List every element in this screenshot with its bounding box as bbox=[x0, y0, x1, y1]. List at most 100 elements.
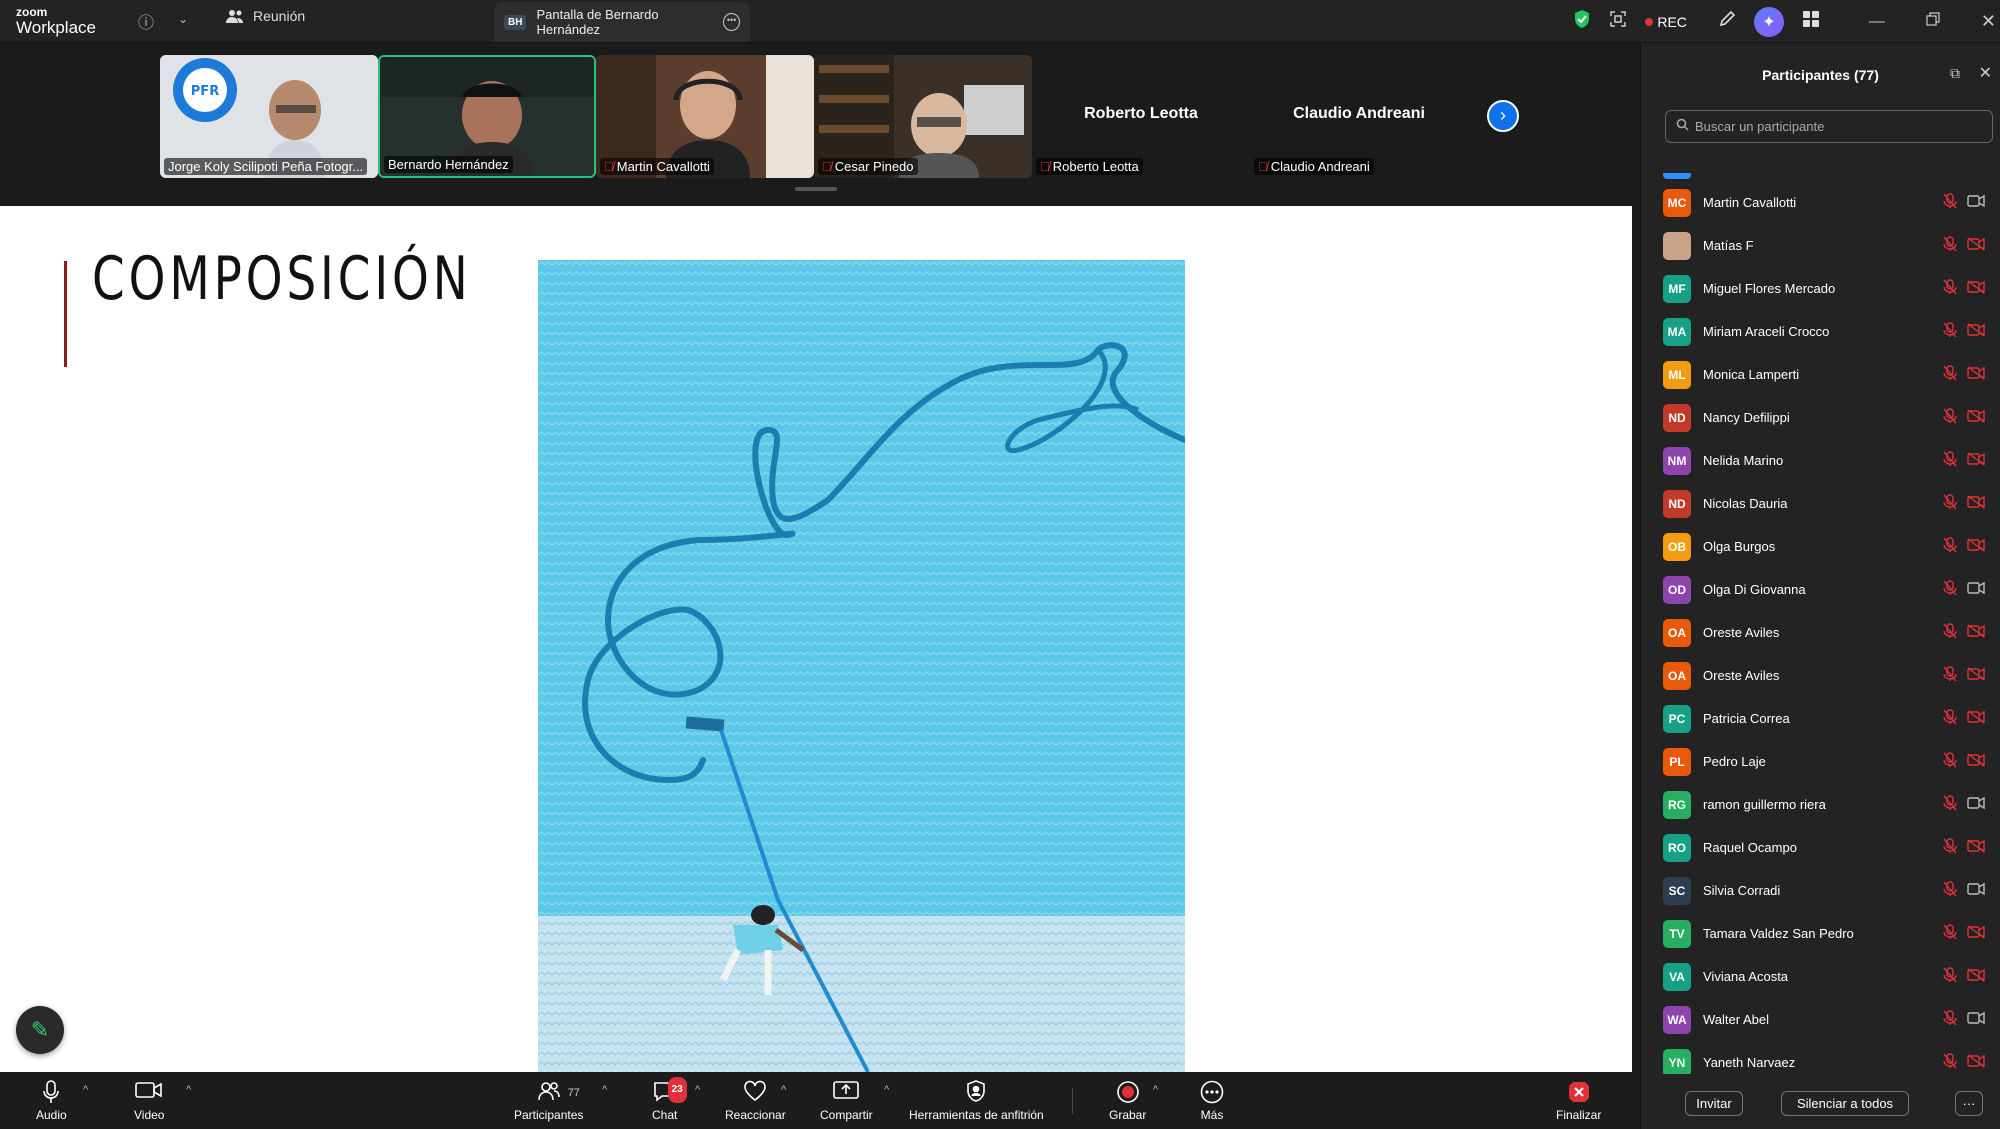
participant-row[interactable]: MC Martin Cavallotti bbox=[1641, 181, 2000, 224]
participant-row[interactable]: OA Oreste Aviles bbox=[1641, 611, 2000, 654]
camera-off-icon[interactable] bbox=[1967, 237, 1985, 254]
search-participant-input[interactable] bbox=[1695, 119, 1975, 134]
muted-mic-icon[interactable] bbox=[1943, 1053, 1957, 1072]
muted-mic-icon[interactable] bbox=[1943, 279, 1957, 298]
participant-row[interactable]: PL Pedro Laje bbox=[1641, 740, 2000, 783]
video-tile-active[interactable]: Bernardo Hernández bbox=[378, 55, 596, 178]
muted-mic-icon[interactable] bbox=[1943, 623, 1957, 642]
chevron-down-icon[interactable]: ⌄ bbox=[178, 12, 188, 26]
muted-mic-icon[interactable] bbox=[1943, 236, 1957, 255]
panel-more-button[interactable]: ··· bbox=[1955, 1091, 1983, 1116]
muted-mic-icon[interactable] bbox=[1943, 924, 1957, 943]
video-tile[interactable]: 🎙̸ Martin Cavallotti bbox=[596, 55, 814, 178]
muted-mic-icon[interactable] bbox=[1943, 580, 1957, 599]
video-button[interactable]: Video bbox=[134, 1080, 164, 1122]
camera-off-icon[interactable] bbox=[1967, 452, 1985, 469]
participant-row[interactable]: OD Olga Di Giovanna bbox=[1641, 568, 2000, 611]
strip-resize-handle[interactable] bbox=[795, 187, 837, 191]
audio-options-caret[interactable]: ^ bbox=[83, 1084, 88, 1096]
video-tile[interactable]: PFR Jorge Koly Scilipoti Peña Fotogr... bbox=[160, 55, 378, 178]
participant-row[interactable]: ND Nicolas Dauria bbox=[1641, 482, 2000, 525]
camera-off-icon[interactable] bbox=[1967, 710, 1985, 727]
camera-icon[interactable] bbox=[1967, 882, 1985, 899]
camera-off-icon[interactable] bbox=[1967, 839, 1985, 856]
participant-row[interactable]: MF Miguel Flores Mercado bbox=[1641, 267, 2000, 310]
next-page-button[interactable]: › bbox=[1487, 100, 1519, 132]
video-tile-no-video[interactable]: Roberto Leotta 🎙̸ Roberto Leotta bbox=[1032, 55, 1250, 178]
participant-row[interactable]: SC Silvia Corradi bbox=[1641, 869, 2000, 912]
camera-off-icon[interactable] bbox=[1967, 366, 1985, 383]
mute-all-button[interactable]: Silenciar a todos bbox=[1781, 1091, 1909, 1116]
info-icon[interactable]: ⓘ bbox=[138, 9, 154, 33]
camera-off-icon[interactable] bbox=[1967, 753, 1985, 770]
participant-row[interactable]: Matías F bbox=[1641, 224, 2000, 267]
popout-icon[interactable]: ⧉ bbox=[1950, 65, 1960, 82]
share-screen-tab[interactable]: BH Pantalla de Bernardo Hernández ••• bbox=[494, 2, 750, 42]
participant-row[interactable]: RO Raquel Ocampo bbox=[1641, 826, 2000, 869]
participant-row[interactable]: MA Miriam Araceli Crocco bbox=[1641, 310, 2000, 353]
pen-icon[interactable] bbox=[1718, 10, 1736, 33]
muted-mic-icon[interactable] bbox=[1943, 795, 1957, 814]
camera-off-icon[interactable] bbox=[1967, 667, 1985, 684]
muted-mic-icon[interactable] bbox=[1943, 322, 1957, 341]
end-meeting-button[interactable]: Finalizar bbox=[1556, 1080, 1601, 1122]
muted-mic-icon[interactable] bbox=[1943, 967, 1957, 986]
minimize-icon[interactable]: — bbox=[1869, 13, 1885, 31]
camera-off-icon[interactable] bbox=[1967, 495, 1985, 512]
participants-caret[interactable]: ^ bbox=[602, 1084, 607, 1096]
muted-mic-icon[interactable] bbox=[1943, 1010, 1957, 1029]
share-caret[interactable]: ^ bbox=[884, 1084, 889, 1096]
participant-row[interactable]: NM Nelida Marino bbox=[1641, 439, 2000, 482]
participant-row[interactable]: PC Patricia Correa bbox=[1641, 697, 2000, 740]
muted-mic-icon[interactable] bbox=[1943, 838, 1957, 857]
muted-mic-icon[interactable] bbox=[1943, 752, 1957, 771]
annotate-pen-button[interactable]: ✎ bbox=[16, 1006, 64, 1054]
muted-mic-icon[interactable] bbox=[1943, 709, 1957, 728]
view-icon[interactable] bbox=[1609, 10, 1627, 33]
camera-off-icon[interactable] bbox=[1967, 925, 1985, 942]
muted-mic-icon[interactable] bbox=[1943, 451, 1957, 470]
ai-companion-icon[interactable]: ✦ bbox=[1753, 6, 1784, 37]
video-tile-no-video[interactable]: Claudio Andreani 🎙̸ Claudio Andreani bbox=[1250, 55, 1468, 178]
camera-off-icon[interactable] bbox=[1967, 624, 1985, 641]
more-button[interactable]: Más bbox=[1200, 1080, 1224, 1122]
record-caret[interactable]: ^ bbox=[1153, 1084, 1158, 1096]
audio-button[interactable]: Audio bbox=[36, 1080, 67, 1122]
participant-row[interactable]: OA Oreste Aviles bbox=[1641, 654, 2000, 697]
video-tile[interactable]: 🎙̸ Cesar Pinedo bbox=[814, 55, 1032, 178]
apps-icon[interactable] bbox=[1802, 10, 1820, 33]
search-box[interactable] bbox=[1665, 110, 1993, 143]
muted-mic-icon[interactable] bbox=[1943, 666, 1957, 685]
react-button[interactable]: Reaccionar bbox=[725, 1080, 786, 1122]
participant-row[interactable]: TV Tamara Valdez San Pedro bbox=[1641, 912, 2000, 955]
share-button[interactable]: Compartir bbox=[820, 1080, 873, 1122]
meeting-tab[interactable]: Reunión bbox=[225, 8, 305, 24]
react-caret[interactable]: ^ bbox=[781, 1084, 786, 1096]
muted-mic-icon[interactable] bbox=[1943, 881, 1957, 900]
camera-off-icon[interactable] bbox=[1967, 968, 1985, 985]
muted-mic-icon[interactable] bbox=[1943, 537, 1957, 556]
close-panel-icon[interactable]: ✕ bbox=[1979, 63, 1992, 83]
close-icon[interactable]: ✕ bbox=[1981, 11, 1996, 32]
chat-caret[interactable]: ^ bbox=[695, 1084, 700, 1096]
camera-off-icon[interactable] bbox=[1967, 409, 1985, 426]
participant-row[interactable]: VA Viviana Acosta bbox=[1641, 955, 2000, 998]
muted-mic-icon[interactable] bbox=[1943, 408, 1957, 427]
record-button[interactable]: Grabar bbox=[1109, 1080, 1146, 1122]
video-options-caret[interactable]: ^ bbox=[186, 1084, 191, 1096]
muted-mic-icon[interactable] bbox=[1943, 494, 1957, 513]
camera-off-icon[interactable] bbox=[1967, 1054, 1985, 1071]
shield-icon[interactable] bbox=[1573, 9, 1591, 34]
muted-mic-icon[interactable] bbox=[1943, 193, 1957, 212]
participant-row[interactable]: ML Monica Lamperti bbox=[1641, 353, 2000, 396]
camera-off-icon[interactable] bbox=[1967, 323, 1985, 340]
participants-button[interactable]: 77 Participantes bbox=[514, 1080, 583, 1122]
invite-button[interactable]: Invitar bbox=[1685, 1091, 1743, 1116]
participant-row[interactable]: ND Nancy Defilippi bbox=[1641, 396, 2000, 439]
participant-row[interactable]: RG ramon guillermo riera bbox=[1641, 783, 2000, 826]
camera-icon[interactable] bbox=[1967, 194, 1985, 211]
participant-row[interactable]: WA Walter Abel bbox=[1641, 998, 2000, 1041]
camera-off-icon[interactable] bbox=[1967, 280, 1985, 297]
chat-button[interactable]: 23 Chat bbox=[652, 1077, 687, 1122]
participant-row[interactable]: OB Olga Burgos bbox=[1641, 525, 2000, 568]
